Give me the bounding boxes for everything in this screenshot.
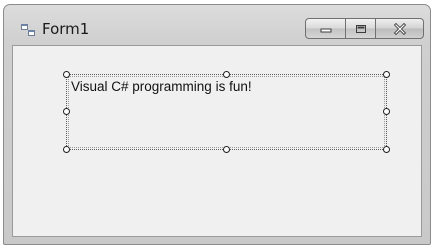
resize-handle-top-right[interactable] <box>383 71 390 78</box>
resize-handle-bottom-right[interactable] <box>383 146 390 153</box>
close-button[interactable] <box>376 18 424 39</box>
minimize-icon <box>320 28 331 32</box>
form-icon <box>21 24 35 36</box>
maximize-icon <box>355 24 366 33</box>
title-bar[interactable]: Form1 <box>4 5 430 45</box>
resize-handle-top-middle[interactable] <box>223 71 230 78</box>
label-text: Visual C# programming is fun! <box>71 79 252 94</box>
resize-handle-top-left[interactable] <box>63 71 70 78</box>
resize-handle-bottom-left[interactable] <box>63 146 70 153</box>
window-title: Form1 <box>42 20 90 38</box>
close-icon <box>393 22 406 35</box>
resize-handle-middle-right[interactable] <box>383 108 390 115</box>
label-control[interactable]: Visual C# programming is fun! <box>66 74 387 150</box>
form-client-area[interactable]: Visual C# programming is fun! <box>12 45 422 237</box>
minimize-button[interactable] <box>305 18 346 39</box>
resize-handle-bottom-middle[interactable] <box>223 146 230 153</box>
maximize-button[interactable] <box>346 18 376 39</box>
screenshot: Form1 Visual C# programming is fun! <box>0 0 436 249</box>
resize-handle-middle-left[interactable] <box>63 108 70 115</box>
caption-buttons <box>305 18 424 40</box>
form1-window: Form1 Visual C# programming is fun! <box>3 4 431 245</box>
